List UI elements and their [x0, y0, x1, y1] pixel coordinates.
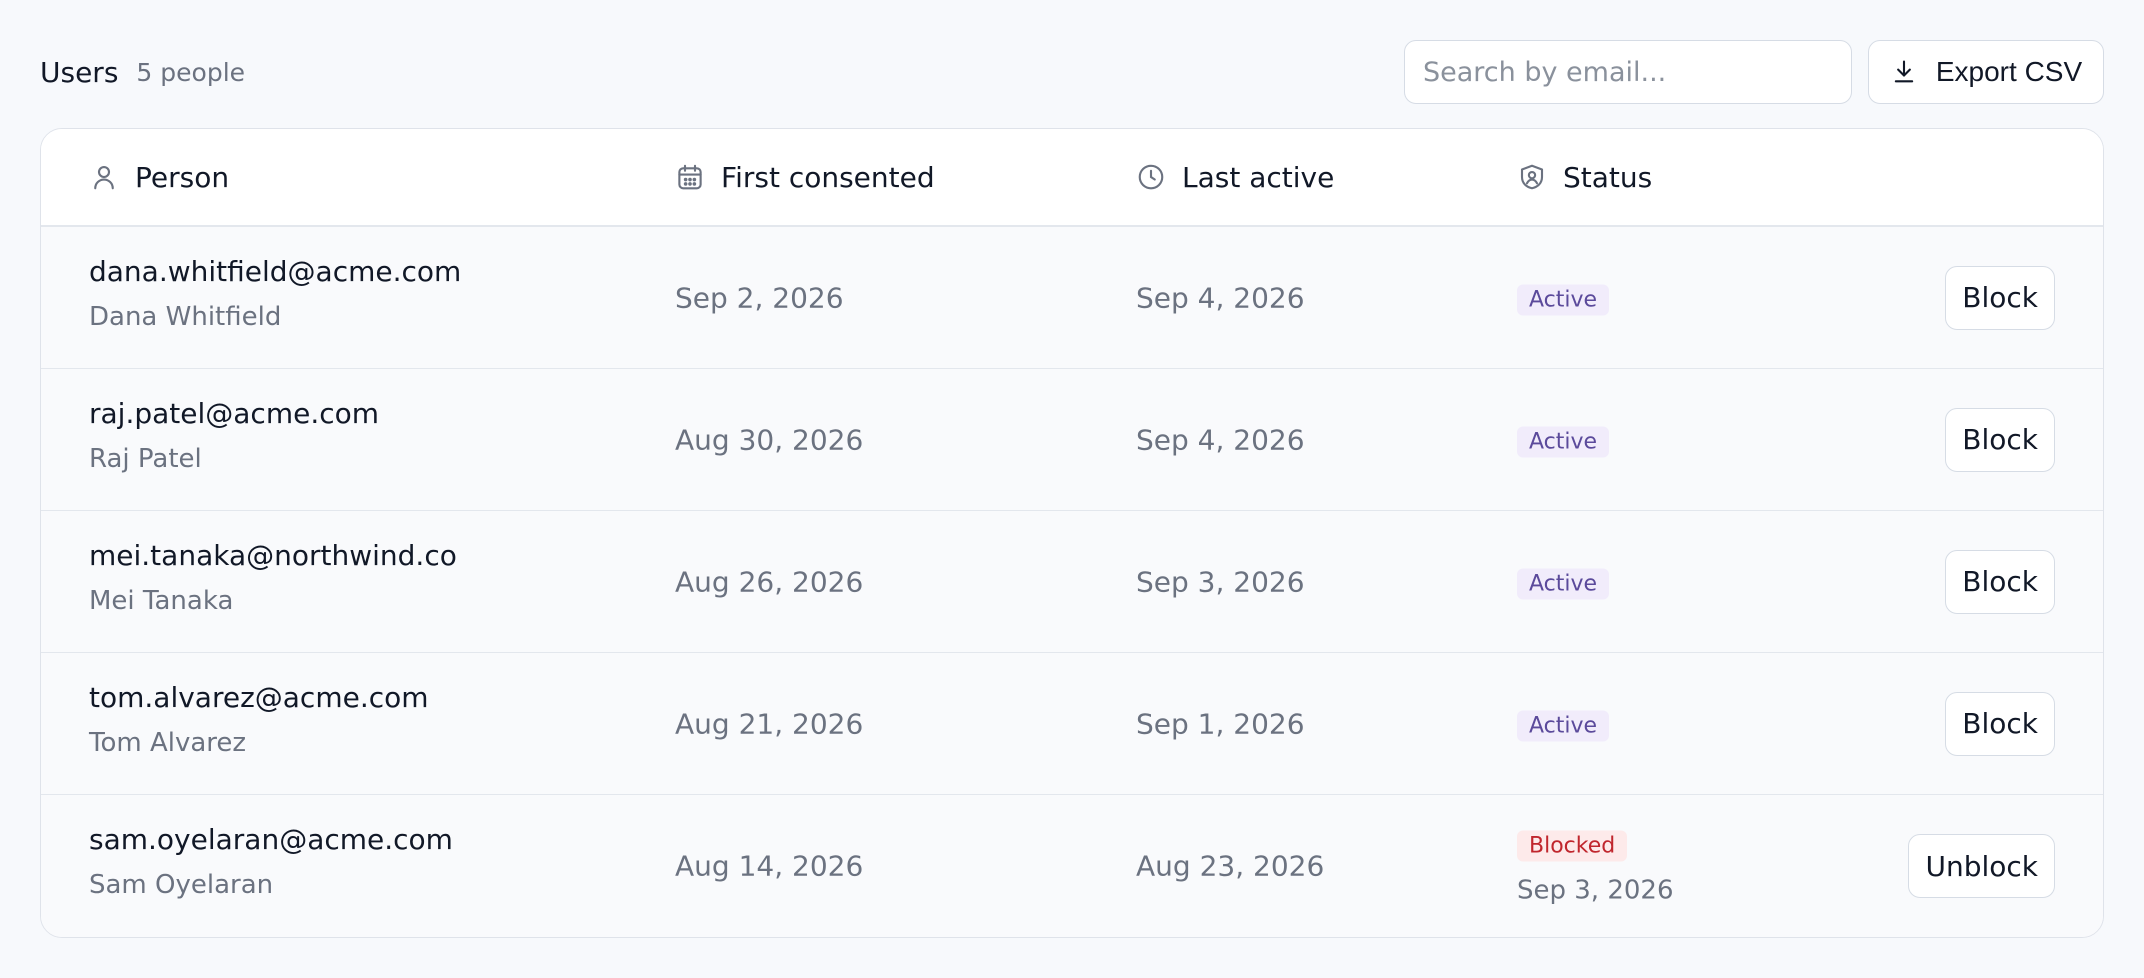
last-active-cell: Sep 4, 2026 [1136, 281, 1305, 314]
first-consented-cell: Aug 21, 2026 [675, 707, 864, 740]
status-badge: Active [1517, 568, 1610, 599]
status-badge: Active [1517, 284, 1610, 315]
status-cell: Active [1517, 564, 1610, 599]
person-name: Mei Tanaka [89, 586, 234, 616]
column-header-label: Last active [1182, 160, 1335, 194]
table-row: tom.alvarez@acme.com Tom Alvarez Aug 21,… [41, 653, 2103, 795]
status-badge: Blocked [1517, 830, 1628, 862]
page-header: Users 5 people Export CSV [40, 40, 2104, 104]
person-email: raj.patel@acme.com [89, 397, 380, 430]
table-row: mei.tanaka@northwind.co Mei Tanaka Aug 2… [41, 511, 2103, 653]
blocked-date: Sep 3, 2026 [1517, 875, 1674, 906]
block-button[interactable]: Block [1945, 691, 2055, 756]
person-email: tom.alvarez@acme.com [89, 681, 429, 714]
status-badge: Active [1517, 710, 1610, 741]
status-cell: Active [1517, 422, 1610, 457]
person-name: Dana Whitfield [89, 302, 282, 332]
export-csv-label: Export CSV [1935, 56, 2083, 87]
column-header-label: Status [1563, 160, 1653, 194]
person-email: dana.whitfield@acme.com [89, 255, 462, 288]
unblock-button[interactable]: Unblock [1908, 834, 2055, 898]
status-badge: Active [1517, 426, 1610, 457]
person-cell: raj.patel@acme.com Raj Patel [89, 397, 379, 474]
block-button[interactable]: Block [1945, 549, 2055, 614]
person-email: sam.oyelaran@acme.com [89, 823, 453, 856]
person-name: Tom Alvarez [89, 728, 247, 758]
people-count: 5 people [136, 57, 246, 87]
status-cell: Active [1517, 706, 1610, 741]
search-input[interactable] [1404, 40, 1852, 104]
calendar-icon [678, 164, 702, 190]
column-header-label: Person [135, 160, 230, 194]
column-header-label: First consented [721, 160, 935, 194]
last-active-cell: Sep 1, 2026 [1136, 707, 1305, 740]
status-cell: Blocked Sep 3, 2026 [1517, 827, 1674, 906]
person-cell: tom.alvarez@acme.com Tom Alvarez [89, 681, 429, 758]
block-button[interactable]: Block [1945, 407, 2055, 472]
first-consented-cell: Aug 14, 2026 [675, 849, 864, 883]
person-cell: sam.oyelaran@acme.com Sam Oyelaran [89, 823, 453, 900]
first-consented-cell: Aug 30, 2026 [675, 423, 864, 456]
page-title: Users [40, 55, 119, 89]
table-row: dana.whitfield@acme.com Dana Whitfield S… [41, 227, 2103, 369]
person-email: mei.tanaka@northwind.co [89, 539, 457, 572]
user-icon [94, 165, 114, 190]
users-table: Person First consented Last active Statu… [40, 128, 2104, 938]
first-consented-cell: Aug 26, 2026 [675, 565, 864, 598]
person-cell: mei.tanaka@northwind.co Mei Tanaka [89, 539, 457, 616]
last-active-cell: Sep 3, 2026 [1136, 565, 1305, 598]
export-csv-button[interactable]: Export CSV [1868, 40, 2104, 104]
table-row: raj.patel@acme.com Raj Patel Aug 30, 202… [41, 369, 2103, 511]
column-header-first-consented[interactable]: First consented [675, 161, 935, 194]
person-cell: dana.whitfield@acme.com Dana Whitfield [89, 255, 461, 332]
column-header-person[interactable]: Person [89, 161, 229, 194]
person-name: Raj Patel [89, 444, 202, 474]
column-header-last-active[interactable]: Last active [1136, 161, 1334, 194]
download-icon [1894, 60, 1914, 83]
column-header-status[interactable]: Status [1517, 161, 1652, 194]
block-button[interactable]: Block [1945, 265, 2055, 330]
status-cell: Active [1517, 280, 1610, 315]
table-header: Person First consented Last active Statu… [41, 129, 2103, 227]
table-row: sam.oyelaran@acme.com Sam Oyelaran Aug 1… [41, 795, 2103, 937]
person-name: Sam Oyelaran [89, 870, 274, 900]
shield-user-icon [1520, 164, 1544, 190]
first-consented-cell: Sep 2, 2026 [675, 281, 844, 314]
clock-icon [1138, 164, 1164, 190]
last-active-cell: Sep 4, 2026 [1136, 423, 1305, 456]
last-active-cell: Aug 23, 2026 [1136, 849, 1325, 883]
